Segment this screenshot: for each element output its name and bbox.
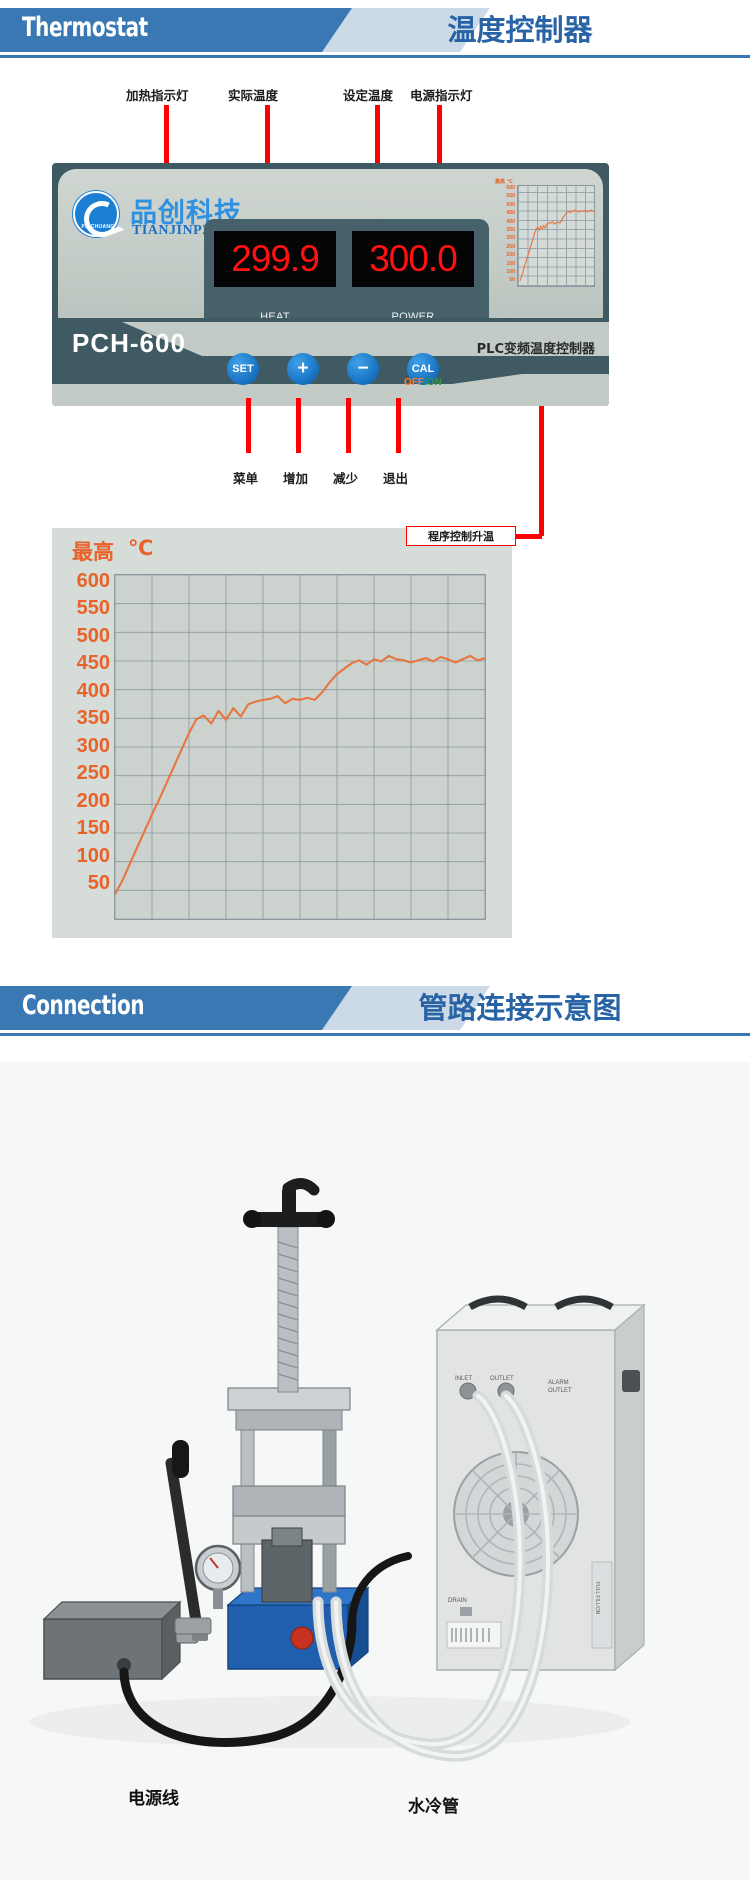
- svg-text:OUTLET: OUTLET: [490, 1376, 514, 1382]
- mini-tick: 450: [506, 210, 515, 217]
- program-heating-callout: 程序控制升温: [406, 526, 516, 546]
- callout-actual-temp: 实际温度: [228, 88, 279, 103]
- decrease-button[interactable]: −: [347, 353, 379, 385]
- mini-tick: 250: [506, 243, 515, 250]
- chart-y-tick: 600: [76, 569, 110, 592]
- water-hose-label: 水冷管: [408, 1797, 459, 1817]
- chart-title: 最高: [72, 540, 114, 564]
- mini-tick: 350: [506, 227, 515, 234]
- callout-set-temp: 设定温度: [343, 88, 394, 103]
- logo-wordmark: PINCHUANG: [81, 224, 115, 230]
- mini-chart-yaxis: 600 550 500 450 400 350 300 250 200 150 …: [495, 184, 515, 285]
- actual-temperature-display: 299.9: [214, 231, 336, 287]
- leader-menu: [246, 398, 251, 453]
- brand-logo-mark: PINCHUANG: [73, 191, 119, 237]
- leader-increase: [296, 398, 301, 453]
- chart-y-tick: 550: [76, 597, 110, 620]
- set-temperature-display: 300.0: [352, 231, 474, 287]
- mini-tick: 200: [506, 252, 515, 259]
- mini-tick: 400: [506, 218, 515, 225]
- increase-button[interactable]: +: [287, 353, 319, 385]
- svg-text:OUTLET: OUTLET: [548, 1388, 572, 1394]
- panel-mini-chart: 最高 ℃ 600 550 500 450 400 350 300 250 200…: [495, 178, 598, 298]
- set-button[interactable]: SET: [227, 353, 259, 385]
- thermostat-controller-panel: PINCHUANG 品创科技 TIANJINPZ.COM 299.9 300.0…: [52, 163, 609, 406]
- set-temperature-value: 300.0: [369, 238, 458, 279]
- connection-section-banner: Connection 管路连接示意图: [0, 978, 750, 1040]
- mini-tick: 50: [509, 277, 515, 284]
- callout-menu: 菜单: [233, 471, 259, 486]
- model-number: PCH-600: [72, 328, 186, 358]
- callout-decrease: 减少: [333, 471, 359, 486]
- actual-temperature-value: 299.9: [231, 238, 320, 279]
- leader-decrease: [346, 398, 351, 453]
- section-title-en: Thermostat: [22, 12, 148, 43]
- chart-y-tick: 300: [76, 734, 110, 757]
- svg-text:FULL FILL/ON: FULL FILL/ON: [594, 1582, 600, 1615]
- chart-y-tick: 150: [76, 817, 110, 840]
- temperature-ramp-chart: 最高 ℃ 600 550 500 450 400 350 300 250 200 150 100 50: [52, 528, 512, 938]
- chart-y-tick: 400: [76, 679, 110, 702]
- mini-tick: 150: [506, 260, 515, 267]
- chart-y-tick: 350: [76, 707, 110, 730]
- svg-text:INLET: INLET: [455, 1376, 472, 1382]
- mini-tick: 600: [506, 185, 515, 191]
- chart-y-tick: 200: [76, 789, 110, 812]
- mini-tick: 550: [506, 193, 515, 200]
- connection-diagram-photo: INLET OUTLET ALARM OUTLET DRAIN FULL FIL…: [0, 1062, 750, 1880]
- callout-exit: 退出: [383, 471, 409, 486]
- thermostat-section-banner: Thermostat 温度控制器: [0, 0, 750, 62]
- chart-y-tick: 250: [76, 762, 110, 785]
- power-on-label: ON: [426, 377, 442, 388]
- callout-power-indicator: 电源指示灯: [410, 88, 473, 103]
- banner-underline: [0, 55, 750, 58]
- power-off-label: OFF: [404, 377, 424, 388]
- chart-gridlines: [115, 575, 485, 919]
- leader-exit: [396, 398, 401, 453]
- chart-unit: ℃: [128, 536, 154, 560]
- equipment-illustration: INLET OUTLET ALARM OUTLET DRAIN FULL FIL…: [0, 1062, 750, 1880]
- mini-tick: 300: [506, 235, 515, 242]
- mini-chart-curve: [519, 209, 595, 281]
- mini-tick: 500: [506, 201, 515, 208]
- band-curve-lower: [52, 374, 609, 406]
- chart-plot-area: [114, 574, 486, 920]
- chart-canvas: [115, 575, 485, 919]
- svg-text:DRAIN: DRAIN: [448, 1598, 467, 1604]
- callout-increase: 增加: [283, 471, 309, 486]
- chart-y-tick: 500: [76, 624, 110, 647]
- section-title-en-2: Connection: [22, 990, 145, 1021]
- chart-y-tick: 50: [87, 872, 110, 895]
- product-tagline: PLC变频温度控制器: [476, 342, 595, 357]
- callout-heat-indicator: 加热指示灯: [126, 88, 189, 103]
- section-title-cn-2: 管路连接示意图: [418, 991, 622, 1025]
- chart-y-tick: 450: [76, 652, 110, 675]
- svg-text:ALARM: ALARM: [548, 1380, 569, 1386]
- chart-y-tick: 100: [76, 844, 110, 867]
- mini-chart-grid: [517, 185, 595, 287]
- power-cable-label: 电源线: [128, 1789, 179, 1809]
- banner-underline-2: [0, 1033, 750, 1036]
- mini-tick: 100: [506, 269, 515, 276]
- power-switch-label[interactable]: OFF/ON: [404, 377, 442, 388]
- section-title-cn: 温度控制器: [447, 13, 593, 47]
